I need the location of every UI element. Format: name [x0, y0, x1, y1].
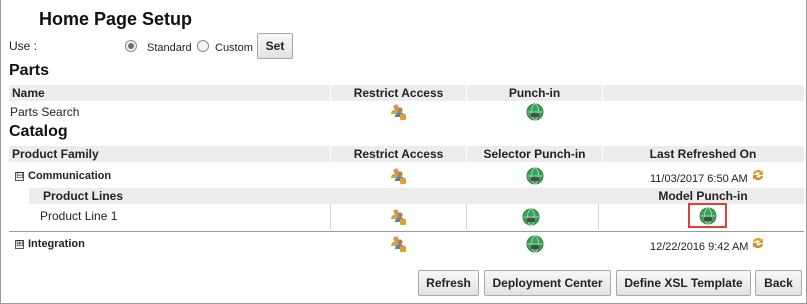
- catalog-col-family: Product Family: [12, 147, 99, 161]
- parts-header-row: Name Restrict Access Punch-in: [9, 85, 804, 101]
- parts-search-link[interactable]: Parts Search: [10, 105, 79, 119]
- globe-link-icon[interactable]: [526, 103, 544, 121]
- sync-arrows-icon[interactable]: [751, 236, 765, 250]
- catalog-heading: Catalog: [9, 123, 68, 140]
- use-label: Use :: [9, 39, 38, 53]
- catalog-col-refreshed: Last Refreshed On: [649, 147, 757, 161]
- catalog-header-row: Product Family Restrict Access Selector …: [9, 146, 804, 162]
- parts-col-name: Name: [12, 86, 45, 100]
- users-lock-icon[interactable]: [389, 103, 407, 121]
- product-line-1[interactable]: Product Line 1: [40, 209, 117, 223]
- col-model-punchin: Model Punch-in: [658, 189, 748, 203]
- custom-radio[interactable]: [197, 40, 209, 52]
- catalog-col-restrict: Restrict Access: [353, 147, 444, 161]
- family-integration[interactable]: Integration: [28, 238, 85, 250]
- family-communication[interactable]: Communication: [28, 170, 111, 182]
- sync-arrows-icon[interactable]: [751, 168, 765, 182]
- back-button[interactable]: Back: [755, 270, 802, 296]
- collapse-icon[interactable]: ⊟: [15, 172, 24, 181]
- standard-radio[interactable]: [125, 40, 137, 52]
- define-xsl-template-button[interactable]: Define XSL Template: [616, 270, 751, 296]
- parts-col-restrict: Restrict Access: [353, 86, 444, 100]
- globe-link-icon[interactable]: [699, 207, 717, 225]
- users-lock-icon[interactable]: [389, 167, 407, 185]
- catalog-col-selector: Selector Punch-in: [483, 147, 586, 161]
- last-refreshed-communication: 11/03/2017 6:50 AM: [650, 173, 748, 185]
- standard-label: Standard: [147, 42, 192, 54]
- last-refreshed-integration: 12/22/2016 9:42 AM: [650, 241, 749, 253]
- users-lock-icon[interactable]: [389, 235, 407, 253]
- set-button[interactable]: Set: [257, 33, 293, 59]
- globe-link-icon[interactable]: [526, 167, 544, 185]
- parts-heading: Parts: [9, 62, 50, 79]
- refresh-button[interactable]: Refresh: [418, 270, 479, 296]
- globe-link-icon[interactable]: [522, 208, 540, 226]
- page-title: Home Page Setup: [39, 9, 193, 29]
- custom-label: Custom: [215, 42, 253, 54]
- deployment-center-button[interactable]: Deployment Center: [484, 270, 611, 296]
- parts-col-punchin: Punch-in: [508, 86, 561, 100]
- expand-icon[interactable]: ⊞: [15, 240, 24, 249]
- globe-link-icon[interactable]: [526, 235, 544, 253]
- users-lock-icon[interactable]: [389, 208, 407, 226]
- col-product-lines: Product Lines: [43, 189, 124, 203]
- row-divider: [9, 231, 804, 232]
- product-lines-header: Product Lines Model Punch-in: [29, 188, 804, 204]
